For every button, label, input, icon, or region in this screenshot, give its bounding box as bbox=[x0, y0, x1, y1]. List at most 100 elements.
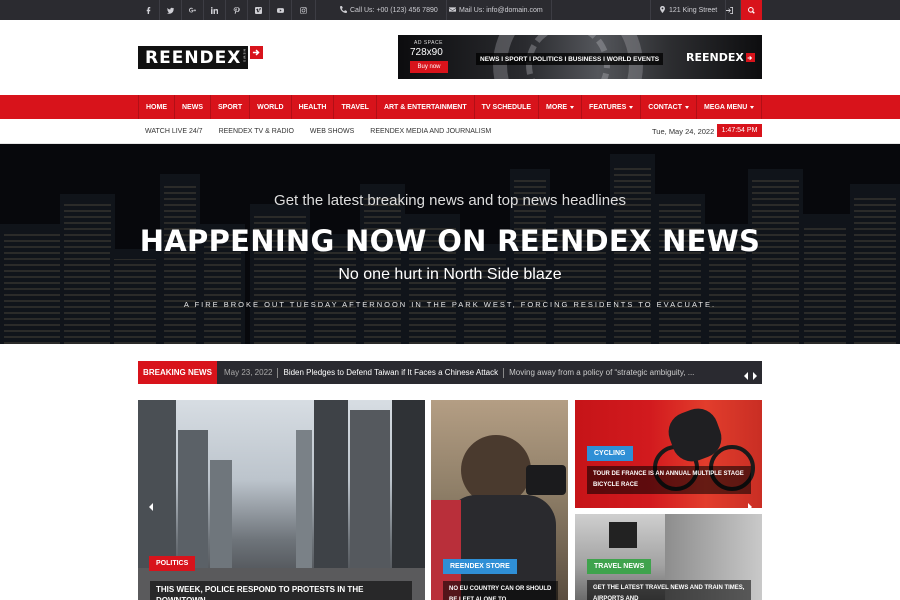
featured-card-cycling[interactable]: CYCLING TOUR DE FRANCE IS AN ANNUAL MULT… bbox=[575, 400, 762, 508]
search-icon[interactable] bbox=[741, 0, 762, 20]
ticker-arrows bbox=[744, 367, 757, 385]
nav-item-label: ART & ENTERTAINMENT bbox=[383, 103, 467, 111]
nav-item-health[interactable]: HEALTH bbox=[292, 95, 335, 119]
phone-icon bbox=[340, 5, 347, 15]
breaking-news-date: May 23, 2022 bbox=[224, 368, 273, 377]
hero-title: HAPPENING NOW ON REENDEX NEWS bbox=[139, 224, 761, 258]
pinterest-icon[interactable] bbox=[226, 0, 248, 20]
nav-item-label: NEWS bbox=[182, 103, 203, 111]
nav-item-label: FEATURES bbox=[589, 103, 627, 111]
card-tag-cycling[interactable]: CYCLING bbox=[587, 446, 633, 461]
nav-item-sport[interactable]: SPORT bbox=[211, 95, 251, 119]
building-shape bbox=[138, 400, 176, 570]
caret-down-icon bbox=[570, 105, 575, 109]
nav-item-label: SPORT bbox=[218, 103, 243, 111]
featured-card-store[interactable]: REENDEX STORE NO EU COUNTRY CAN OR SHOUL… bbox=[431, 400, 568, 600]
nav-item-news[interactable]: NEWS bbox=[175, 95, 211, 119]
site-logo[interactable]: REENDEX NEWS bbox=[138, 46, 264, 69]
nav-item-world[interactable]: WORLD bbox=[250, 95, 292, 119]
ad-size: 728x90 bbox=[410, 47, 443, 58]
ad-categories: NEWS I SPORT I POLITICS I BUSINESS I WOR… bbox=[476, 53, 664, 65]
address-text: 121 King Street bbox=[669, 6, 718, 14]
caret-down-icon bbox=[750, 105, 755, 109]
nav-item-label: HEALTH bbox=[298, 103, 327, 111]
main-nav-items: HOME NEWS SPORT WORLD HEALTH TRAVEL ART & ENTE… bbox=[138, 95, 763, 119]
featured-card-politics[interactable]: POLITICS THIS WEEK, POLICE RESPOND TO PR… bbox=[138, 400, 425, 600]
logo-arrow-icon bbox=[250, 46, 264, 59]
card-tag-store[interactable]: REENDEX STORE bbox=[443, 559, 517, 574]
card-caption[interactable]: GET THE LATEST TRAVEL NEWS AND TRAIN TIM… bbox=[587, 580, 751, 600]
nav-item-label: MORE bbox=[546, 103, 568, 111]
nav-item-home[interactable]: HOME bbox=[138, 95, 175, 119]
building-shape bbox=[296, 430, 312, 570]
nav-item-features[interactable]: FEATURES bbox=[582, 95, 642, 119]
email-text: Mail Us: info@domain.com bbox=[459, 6, 543, 14]
building-shape bbox=[314, 400, 348, 570]
instagram-icon[interactable] bbox=[292, 0, 316, 20]
ad-logo: REENDEX bbox=[686, 51, 755, 64]
card-caption[interactable]: TOUR DE FRANCE IS AN ANNUAL MULTIPLE STA… bbox=[587, 466, 751, 494]
nav-item-tv-schedule[interactable]: TV SCHEDULE bbox=[475, 95, 540, 119]
hero-description: A FIRE BROKE OUT TUESDAY AFTERNOON IN TH… bbox=[183, 300, 717, 309]
nav-item-label: HOME bbox=[146, 103, 167, 111]
breaking-news-excerpt: Moving away from a policy of “strategic … bbox=[509, 368, 695, 377]
breaking-news-ticker: BREAKING NEWS May 23, 2022 Biden Pledges… bbox=[138, 361, 762, 384]
card-tag-travel[interactable]: TRAVEL NEWS bbox=[587, 559, 652, 574]
vimeo-icon[interactable] bbox=[248, 0, 270, 20]
envelope-icon bbox=[449, 6, 456, 15]
ad-banner[interactable]: AD SPACE 728x90 Buy now NEWS I SPORT I P… bbox=[398, 35, 762, 79]
divider bbox=[277, 367, 279, 378]
nav-item-label: TV SCHEDULE bbox=[481, 103, 532, 111]
hero-banner[interactable]: Get the latest breaking news and top new… bbox=[0, 144, 900, 344]
slider-next-icon[interactable] bbox=[737, 498, 761, 516]
subnav-item-tv-radio[interactable]: REENDEX TV & RADIO bbox=[219, 128, 294, 135]
tag-label: TRAVEL NEWS bbox=[594, 563, 645, 570]
address-info: 121 King Street bbox=[650, 0, 727, 20]
phone-info: Call Us: +00 (123) 456 7890 bbox=[332, 0, 447, 20]
subnav-item-web-shows[interactable]: WEB SHOWS bbox=[310, 128, 354, 135]
nav-item-art-entertainment[interactable]: ART & ENTERTAINMENT bbox=[377, 95, 475, 119]
ad-label: AD SPACE bbox=[414, 40, 443, 46]
main-nav: HOME NEWS SPORT WORLD HEALTH TRAVEL ART & ENTE… bbox=[0, 95, 900, 119]
breaking-news-headline[interactable]: Biden Pledges to Defend Taiwan if It Fac… bbox=[283, 368, 498, 377]
building-shape bbox=[178, 430, 208, 570]
ad-buy-button[interactable]: Buy now bbox=[410, 61, 448, 73]
ticker-prev-icon[interactable] bbox=[744, 367, 749, 385]
google-plus-icon[interactable] bbox=[182, 0, 204, 20]
building-shape bbox=[210, 460, 232, 570]
youtube-icon[interactable] bbox=[270, 0, 292, 20]
card-tag-politics[interactable]: POLITICS bbox=[149, 556, 196, 571]
nav-item-travel[interactable]: TRAVEL bbox=[334, 95, 377, 119]
nav-item-mega-menu[interactable]: MEGA MENU bbox=[697, 95, 763, 119]
ticker-next-icon[interactable] bbox=[752, 367, 757, 385]
sub-nav: WATCH LIVE 24/7 REENDEX TV & RADIO WEB S… bbox=[0, 119, 900, 144]
twitter-icon[interactable] bbox=[160, 0, 182, 20]
logo-subtext: NEWS bbox=[242, 49, 247, 64]
ad-logo-arrow-icon bbox=[745, 53, 755, 62]
logo-wordmark: REENDEX NEWS bbox=[138, 46, 249, 69]
building-shape bbox=[350, 410, 390, 570]
sign-in-icon[interactable] bbox=[719, 0, 741, 20]
card-caption[interactable]: THIS WEEK, POLICE RESPOND TO PROTESTS IN… bbox=[150, 581, 412, 600]
facebook-icon[interactable] bbox=[138, 0, 160, 20]
tag-label: REENDEX STORE bbox=[450, 563, 510, 570]
linkedin-icon[interactable] bbox=[204, 0, 226, 20]
camera-shape bbox=[526, 465, 566, 495]
nav-item-label: CONTACT bbox=[648, 103, 682, 111]
subnav-item-watch-live[interactable]: WATCH LIVE 24/7 bbox=[145, 128, 203, 135]
logo-text: REENDEX bbox=[145, 47, 242, 68]
current-time: 1:47:54 PM bbox=[717, 124, 762, 137]
breaking-news-label: BREAKING NEWS bbox=[138, 361, 217, 384]
email-info: Mail Us: info@domain.com bbox=[441, 0, 552, 20]
ad-logo-text: REENDEX bbox=[686, 51, 744, 64]
caret-down-icon bbox=[684, 105, 689, 109]
slider-prev-icon[interactable] bbox=[139, 498, 163, 516]
subnav-item-media-journalism[interactable]: REENDEX MEDIA AND JOURNALISM bbox=[370, 128, 491, 135]
featured-card-travel[interactable]: TRAVEL NEWS GET THE LATEST TRAVEL NEWS A… bbox=[575, 514, 762, 600]
card-caption[interactable]: NO EU COUNTRY CAN OR SHOULD BE LEFT ALON… bbox=[443, 581, 558, 600]
nav-item-contact[interactable]: CONTACT bbox=[641, 95, 697, 119]
nav-item-label: WORLD bbox=[257, 103, 284, 111]
map-marker-icon bbox=[659, 5, 666, 15]
nav-item-more[interactable]: MORE bbox=[539, 95, 583, 119]
phone-text: Call Us: +00 (123) 456 7890 bbox=[350, 6, 438, 14]
